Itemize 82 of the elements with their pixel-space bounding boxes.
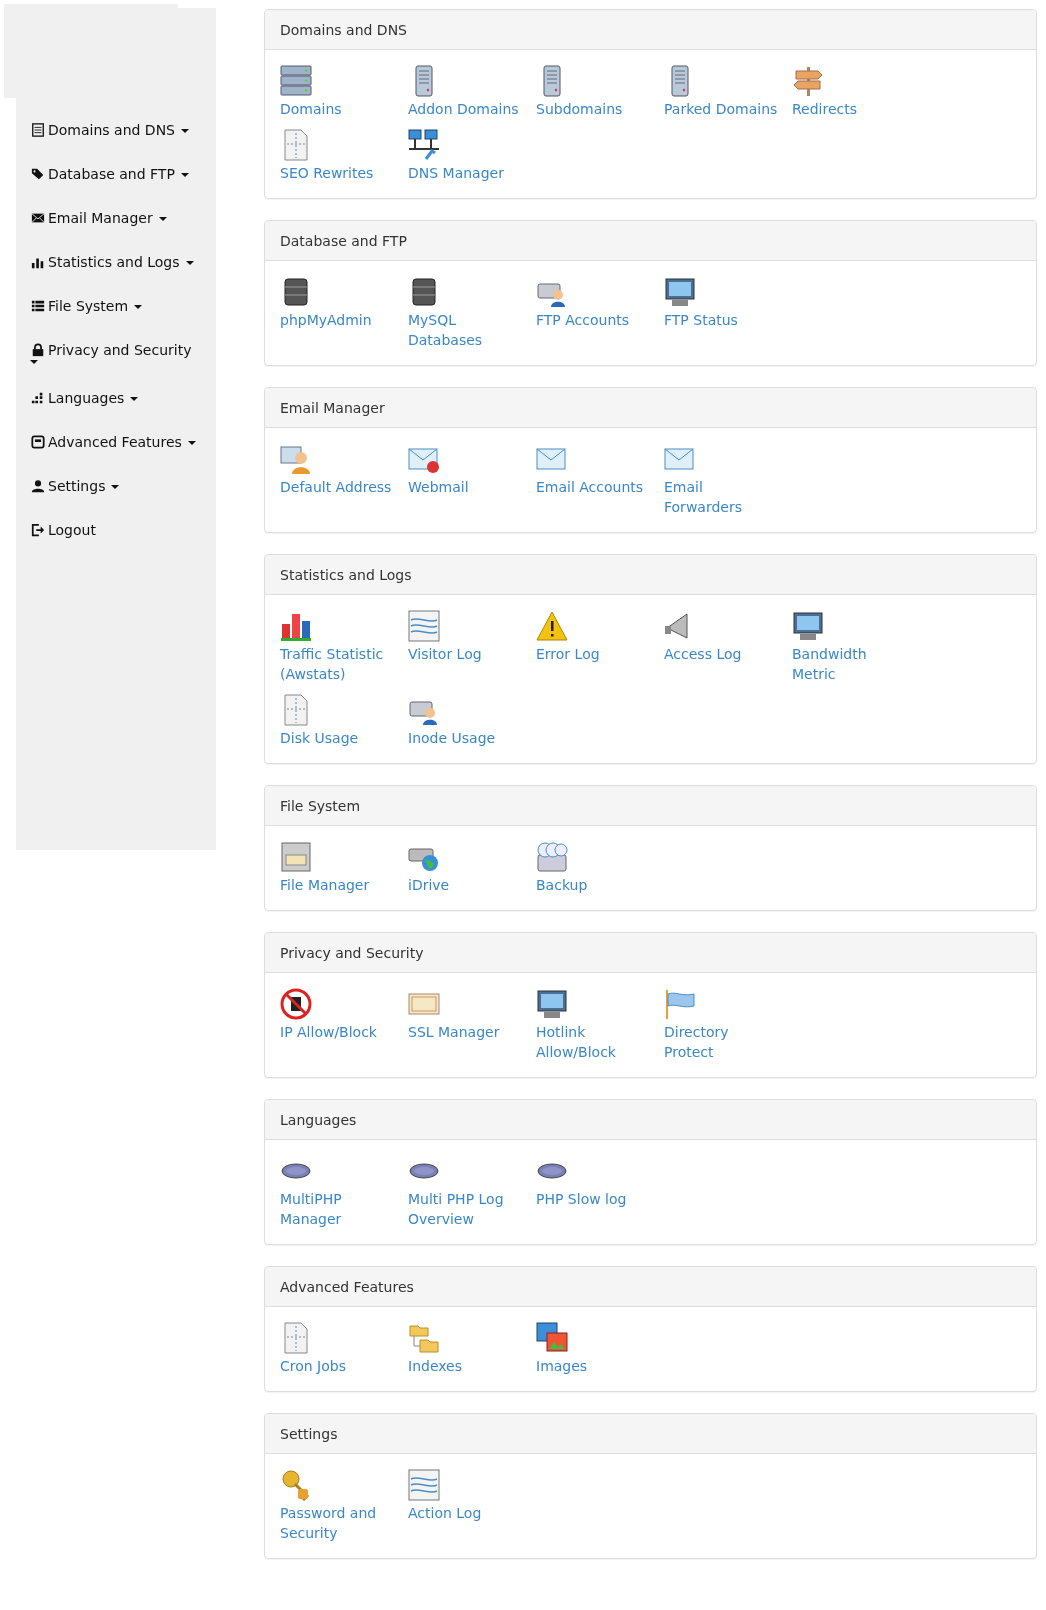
sidebar-item[interactable]: Languages: [48, 388, 139, 408]
sidebar-item[interactable]: Advanced Features: [48, 432, 196, 452]
tool-link[interactable]: Domains: [280, 65, 398, 119]
server-rack-icon: [280, 65, 312, 97]
tool-link[interactable]: FTP Status: [664, 276, 782, 350]
forbidden-icon: [280, 988, 312, 1020]
tool-link[interactable]: Traffic Statistic (Awstats): [280, 610, 398, 684]
tool-link[interactable]: SSL Manager: [408, 988, 526, 1062]
logout-icon: [31, 523, 45, 537]
square-icon: [31, 435, 45, 449]
tool-link[interactable]: Inode Usage: [408, 694, 526, 748]
tool-link[interactable]: Error Log: [536, 610, 654, 684]
disks-icon: [536, 841, 568, 873]
tool-link[interactable]: Visitor Log: [408, 610, 526, 684]
tool-link[interactable]: Redirects: [792, 65, 910, 119]
sidebar-item[interactable]: Statistics and Logs: [48, 252, 194, 272]
mail-icon: [31, 211, 45, 225]
user-card-icon: [280, 443, 312, 475]
tool-link[interactable]: phpMyAdmin: [280, 276, 398, 350]
tool-link[interactable]: Email Accounts: [536, 443, 654, 517]
warning-icon: [536, 610, 568, 642]
monitor-icon: [792, 610, 824, 642]
tool-link[interactable]: Backup: [536, 841, 654, 895]
tool-link[interactable]: Bandwidth Metric: [792, 610, 910, 684]
sidebar-item[interactable]: Domains and DNS: [48, 120, 189, 140]
network-icon: [408, 129, 440, 161]
user-icon: [31, 479, 45, 493]
tool-link[interactable]: Default Address: [280, 443, 398, 517]
list-icon: [31, 123, 45, 137]
tool-link[interactable]: IP Allow/Block: [280, 988, 398, 1062]
tool-link[interactable]: Images: [536, 1322, 654, 1376]
tool-link[interactable]: Disk Usage: [280, 694, 398, 748]
chart-document-icon: [408, 1469, 440, 1501]
panel-title: Privacy and Security: [280, 944, 424, 961]
th-icon: [31, 299, 45, 313]
tool-link[interactable]: Directory Protect: [664, 988, 782, 1062]
lock-icon: [31, 343, 45, 357]
panel-title: Advanced Features: [280, 1278, 414, 1295]
tool-link[interactable]: Hotlink Allow/Block: [536, 988, 654, 1062]
tool-link[interactable]: Action Log: [408, 1469, 526, 1543]
tool-link[interactable]: Indexes: [408, 1322, 526, 1376]
tool-link[interactable]: SEO Rewrites: [280, 129, 398, 183]
tool-link[interactable]: Subdomains: [536, 65, 654, 119]
panel-title: Settings: [280, 1425, 338, 1442]
sitemap-icon: [31, 391, 45, 405]
sidebar-item[interactable]: Email Manager: [48, 208, 167, 228]
flag-icon: [664, 988, 696, 1020]
panel-title: Domains and DNS: [280, 21, 407, 38]
tool-link[interactable]: FTP Accounts: [536, 276, 654, 350]
chart-document-icon: [408, 610, 440, 642]
panel-title: Email Manager: [280, 399, 385, 416]
tool-link[interactable]: Webmail: [408, 443, 526, 517]
tool-link[interactable]: Addon Domains: [408, 65, 526, 119]
tool-link[interactable]: Access Log: [664, 610, 782, 684]
key-icon: [280, 1469, 312, 1501]
tags-icon: [31, 167, 45, 181]
sidebar-item[interactable]: Privacy and Security: [48, 340, 208, 364]
tool-link[interactable]: Parked Domains: [664, 65, 782, 119]
tool-link[interactable]: Email Forwarders: [664, 443, 782, 517]
tool-link[interactable]: File Manager: [280, 841, 398, 895]
tool-link[interactable]: DNS Manager: [408, 129, 526, 183]
tool-link[interactable]: MySQL Databases: [408, 276, 526, 350]
tool-link[interactable]: iDrive: [408, 841, 526, 895]
panel-title: File System: [280, 797, 361, 814]
folders-icon: [408, 1322, 440, 1354]
tool-link[interactable]: PHP Slow log: [536, 1155, 654, 1229]
tool-link[interactable]: MultiPHP Manager: [280, 1155, 398, 1229]
file-cabinet-icon: [280, 841, 312, 873]
sidebar-item[interactable]: Settings: [48, 476, 120, 496]
monitor-icon: [536, 988, 568, 1020]
panel-title: Database and FTP: [280, 232, 407, 249]
sidebar-item[interactable]: Logout: [48, 520, 96, 540]
tool-link[interactable]: Password and Security: [280, 1469, 398, 1543]
monitor-icon: [664, 276, 696, 308]
tool-link[interactable]: Cron Jobs: [280, 1322, 398, 1376]
photos-icon: [536, 1322, 568, 1354]
panel-title: Statistics and Logs: [280, 566, 412, 583]
sidebar-item[interactable]: File System: [48, 296, 143, 316]
panel-title: Languages: [280, 1111, 357, 1128]
sidebar-item[interactable]: Database and FTP: [48, 164, 189, 184]
signpost-icon: [792, 65, 824, 97]
tool-link[interactable]: Multi PHP Log Overview: [408, 1155, 526, 1229]
